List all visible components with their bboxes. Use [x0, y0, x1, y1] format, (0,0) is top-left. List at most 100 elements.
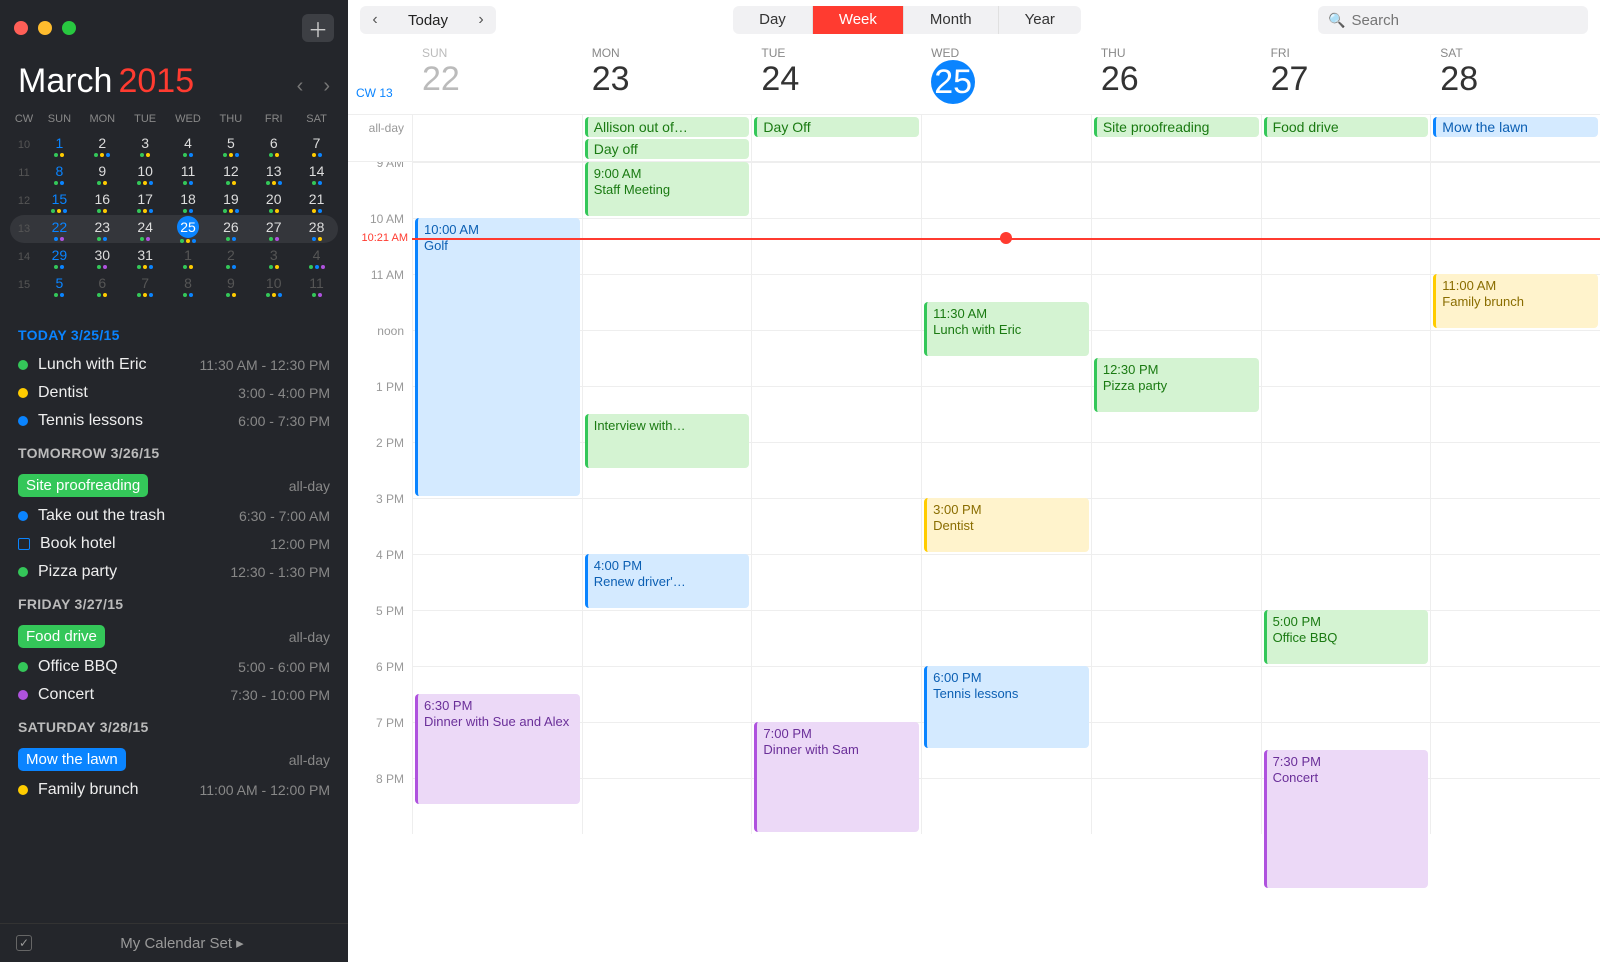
mini-day[interactable]: 19 — [209, 190, 252, 213]
day-column[interactable]: 7:00 PMDinner with Sam — [751, 162, 921, 834]
mini-day[interactable]: 20 — [252, 190, 295, 213]
mini-day[interactable]: 8 — [38, 162, 81, 185]
agenda-item[interactable]: Take out the trash6:30 - 7:00 AM — [18, 502, 330, 530]
mini-day[interactable]: 3 — [124, 134, 167, 157]
reminder-checkbox[interactable] — [18, 538, 30, 550]
agenda-item[interactable]: Mow the lawnall-day — [18, 743, 330, 776]
calendar-event[interactable]: Interview with… — [585, 414, 750, 468]
allday-cell[interactable]: Day Off — [751, 115, 921, 161]
next-week-button[interactable]: › — [466, 11, 496, 29]
allday-cell[interactable] — [921, 115, 1091, 161]
next-month-button[interactable]: › — [323, 75, 330, 98]
mini-day[interactable]: 5 — [209, 134, 252, 157]
allday-event[interactable]: Site proofreading — [1094, 117, 1259, 137]
mini-day[interactable]: 22 — [38, 218, 81, 241]
agenda-item[interactable]: Book hotel12:00 PM — [18, 530, 330, 558]
day-header[interactable]: MON23 — [582, 46, 752, 104]
mini-day[interactable]: 1 — [38, 134, 81, 157]
mini-day[interactable]: 25 — [167, 216, 210, 243]
mini-day[interactable]: 28 — [295, 218, 338, 241]
mini-day[interactable]: 9 — [209, 274, 252, 297]
calendar-event[interactable]: 11:30 AMLunch with Eric — [924, 302, 1089, 356]
minimize-window-icon[interactable] — [38, 21, 52, 35]
mini-day[interactable]: 26 — [209, 218, 252, 241]
agenda-item[interactable]: Tennis lessons6:00 - 7:30 PM — [18, 407, 330, 435]
calendar-event[interactable]: 6:30 PMDinner with Sue and Alex — [415, 694, 580, 804]
mini-day[interactable]: 14 — [295, 162, 338, 185]
calendar-event[interactable]: 3:00 PMDentist — [924, 498, 1089, 552]
search-box[interactable]: 🔍 — [1318, 6, 1588, 34]
mini-day[interactable]: 9 — [81, 162, 124, 185]
calendar-event[interactable]: 11:00 AMFamily brunch — [1433, 274, 1598, 328]
allday-event[interactable]: Food drive — [1264, 117, 1429, 137]
allday-cell[interactable] — [412, 115, 582, 161]
mini-day[interactable]: 6 — [252, 134, 295, 157]
allday-event[interactable]: Mow the lawn — [1433, 117, 1598, 137]
day-column[interactable]: 12:30 PMPizza party — [1091, 162, 1261, 834]
mini-day[interactable]: 5 — [38, 274, 81, 297]
view-year[interactable]: Year — [999, 6, 1081, 34]
mini-day[interactable]: 18 — [167, 190, 210, 213]
agenda-item[interactable]: Site proofreadingall-day — [18, 469, 330, 502]
calendar-event[interactable]: 7:30 PMConcert — [1264, 750, 1429, 888]
agenda-item[interactable]: Dentist3:00 - 4:00 PM — [18, 379, 330, 407]
calendar-event[interactable]: 10:00 AMGolf — [415, 218, 580, 496]
day-column[interactable]: 5:00 PMOffice BBQ7:30 PMConcert — [1261, 162, 1431, 834]
calendar-event[interactable]: 4:00 PMRenew driver'… — [585, 554, 750, 608]
allday-cell[interactable]: Allison out of…Day off — [582, 115, 752, 161]
mini-day[interactable]: 1 — [167, 246, 210, 269]
mini-day[interactable]: 12 — [209, 162, 252, 185]
mini-day[interactable]: 7 — [295, 134, 338, 157]
today-button[interactable]: Today — [390, 12, 466, 29]
allday-cell[interactable]: Food drive — [1261, 115, 1431, 161]
reminders-toggle-icon[interactable]: ✓ — [16, 935, 32, 951]
maximize-window-icon[interactable] — [62, 21, 76, 35]
mini-day[interactable]: 16 — [81, 190, 124, 213]
mini-day[interactable]: 30 — [81, 246, 124, 269]
day-column[interactable]: 10:00 AMGolf 6:30 PMDinner with Sue and A… — [412, 162, 582, 834]
mini-day[interactable]: 21 — [295, 190, 338, 213]
calendar-set-picker[interactable]: My Calendar Set ▸ — [120, 934, 243, 952]
mini-day[interactable]: 31 — [124, 246, 167, 269]
day-header[interactable]: TUE24 — [751, 46, 921, 104]
mini-day[interactable]: 2 — [209, 246, 252, 269]
day-header[interactable]: FRI27 — [1261, 46, 1431, 104]
view-month[interactable]: Month — [904, 6, 999, 34]
add-event-button[interactable]: ＋ — [302, 14, 334, 42]
day-header[interactable]: THU26 — [1091, 46, 1261, 104]
allday-cell[interactable]: Mow the lawn — [1430, 115, 1600, 161]
agenda-item[interactable]: Concert7:30 - 10:00 PM — [18, 681, 330, 709]
week-grid[interactable]: 9 AM10 AM11 AMnoon1 PM2 PM3 PM4 PM5 PM6 … — [348, 162, 1600, 834]
close-window-icon[interactable] — [14, 21, 28, 35]
mini-day[interactable]: 13 — [252, 162, 295, 185]
allday-event[interactable]: Allison out of… — [585, 117, 750, 137]
day-column[interactable]: 11:30 AMLunch with Eric3:00 PMDentist6:0… — [921, 162, 1091, 834]
mini-day[interactable]: 24 — [124, 218, 167, 241]
mini-day[interactable]: 7 — [124, 274, 167, 297]
mini-day[interactable]: 4 — [295, 246, 338, 269]
mini-day[interactable]: 23 — [81, 218, 124, 241]
mini-day[interactable]: 10 — [124, 162, 167, 185]
mini-day[interactable]: 27 — [252, 218, 295, 241]
agenda-item[interactable]: Pizza party12:30 - 1:30 PM — [18, 558, 330, 586]
agenda-item[interactable]: Family brunch11:00 AM - 12:00 PM — [18, 776, 330, 804]
agenda-item[interactable]: Office BBQ5:00 - 6:00 PM — [18, 653, 330, 681]
day-header[interactable]: WED25 — [921, 46, 1091, 104]
prev-month-button[interactable]: ‹ — [297, 75, 304, 98]
calendar-event[interactable]: 12:30 PMPizza party — [1094, 358, 1259, 412]
mini-day[interactable]: 10 — [252, 274, 295, 297]
mini-day[interactable]: 4 — [167, 134, 210, 157]
mini-day[interactable]: 29 — [38, 246, 81, 269]
agenda-list[interactable]: TODAY 3/25/15Lunch with Eric11:30 AM - 1… — [0, 303, 348, 923]
view-week[interactable]: Week — [813, 6, 904, 34]
allday-event[interactable]: Day off — [585, 139, 750, 159]
view-day[interactable]: Day — [733, 6, 813, 34]
mini-day[interactable]: 17 — [124, 190, 167, 213]
mini-day[interactable]: 8 — [167, 274, 210, 297]
allday-event[interactable]: Day Off — [754, 117, 919, 137]
agenda-item[interactable]: Lunch with Eric11:30 AM - 12:30 PM — [18, 351, 330, 379]
mini-day[interactable]: 11 — [167, 162, 210, 185]
mini-day[interactable]: 11 — [295, 274, 338, 297]
mini-day[interactable]: 3 — [252, 246, 295, 269]
mini-day[interactable]: 15 — [38, 190, 81, 213]
